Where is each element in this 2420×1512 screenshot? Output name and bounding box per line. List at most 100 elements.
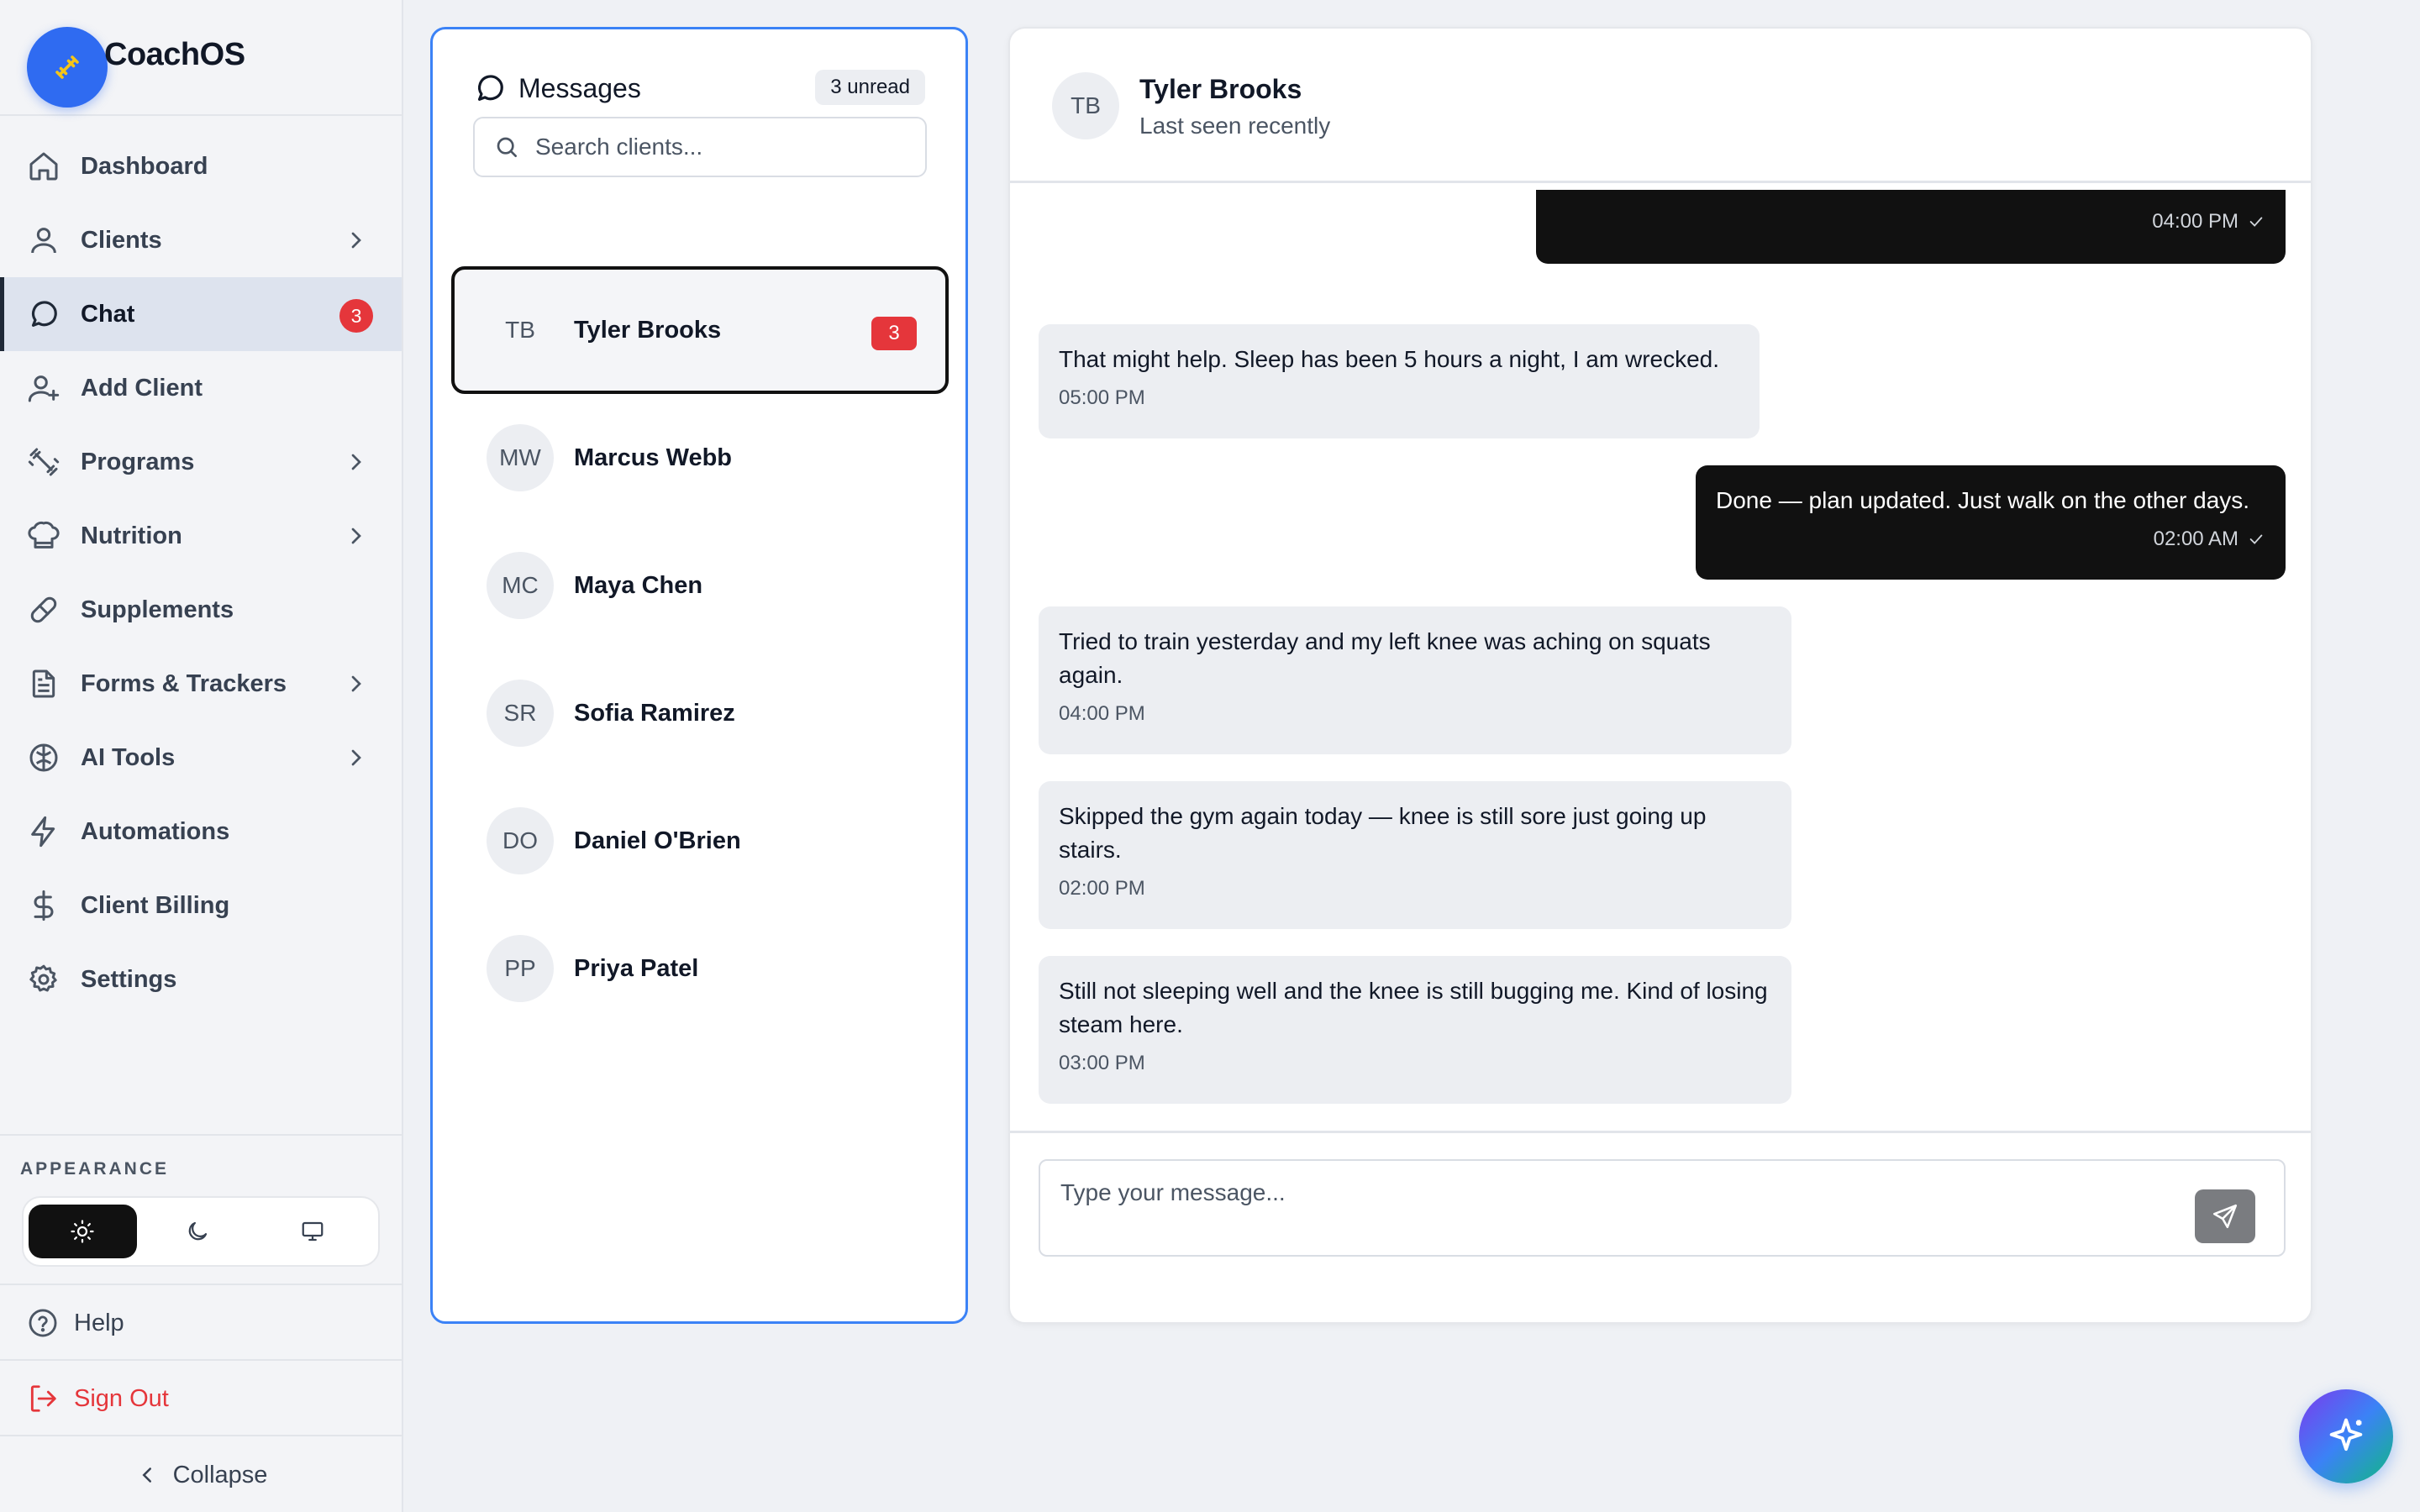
nav-label: Programs bbox=[81, 448, 195, 475]
message-time: 04:00 PM bbox=[1059, 702, 1145, 725]
chevron-right-icon bbox=[351, 454, 361, 470]
nav-item-automations[interactable]: Automations bbox=[0, 795, 402, 869]
chat-avatar: TB bbox=[1052, 72, 1119, 139]
nav-label: Supplements bbox=[81, 596, 234, 623]
nav-item-client-billing[interactable]: Client Billing bbox=[0, 869, 402, 942]
chevron-right-icon bbox=[351, 232, 361, 249]
nav-item-chat[interactable]: Chat 3 bbox=[0, 277, 402, 351]
message-time-text: 04:00 PM bbox=[2152, 210, 2238, 233]
message-text: Still not sleeping well and the knee is … bbox=[1059, 978, 1768, 1037]
nav-item-dashboard[interactable]: Dashboard bbox=[0, 129, 402, 203]
dumbbell-icon bbox=[28, 448, 60, 476]
chat-header: TB Tyler Brooks Last seen recently bbox=[1010, 29, 2311, 183]
client-item-priya-patel[interactable]: PP Priya Patel bbox=[451, 905, 949, 1032]
theme-dark-button[interactable] bbox=[144, 1205, 252, 1258]
send-icon bbox=[2212, 1204, 2238, 1229]
brain-icon bbox=[29, 743, 58, 772]
nav-label: Client Billing bbox=[81, 891, 230, 919]
collapse-sidebar-button[interactable]: Collapse bbox=[0, 1438, 402, 1512]
client-name: Maya Chen bbox=[574, 571, 703, 599]
message-text: Skipped the gym again today — knee is st… bbox=[1059, 803, 1707, 863]
client-item-daniel-obrien[interactable]: DO Daniel O'Brien bbox=[451, 777, 949, 905]
avatar: MC bbox=[487, 552, 554, 619]
sign-out-icon bbox=[30, 1385, 56, 1412]
message-bubble-outgoing: 04:00 PM bbox=[1536, 190, 2286, 264]
document-icon bbox=[32, 669, 55, 698]
user-plus-icon bbox=[28, 375, 60, 402]
chat-contact-status: Last seen recently bbox=[1139, 113, 1331, 139]
sun-icon bbox=[71, 1220, 94, 1243]
chat-panel: TB Tyler Brooks Last seen recently 04:00… bbox=[1008, 27, 2312, 1324]
nav-item-supplements[interactable]: Supplements bbox=[0, 573, 402, 647]
dumbbell-logo-icon bbox=[55, 55, 79, 79]
client-item-tyler-brooks[interactable]: TB Tyler Brooks 3 bbox=[451, 266, 949, 394]
monitor-icon bbox=[302, 1221, 324, 1242]
brand-header: CoachOS bbox=[0, 0, 402, 116]
client-item-sofia-ramirez[interactable]: SR Sofia Ramirez bbox=[451, 649, 949, 777]
message-time: 02:00 AM bbox=[1716, 528, 2265, 551]
messages-panel: Messages 3 unread TB Tyler Brooks 3 MW M… bbox=[430, 27, 968, 1324]
nav-label: Chat bbox=[81, 300, 135, 328]
message-bubble-outgoing: Done — plan updated. Just walk on the ot… bbox=[1696, 465, 2286, 580]
avatar: MW bbox=[487, 424, 554, 491]
nav-label: Clients bbox=[81, 226, 162, 254]
theme-switcher bbox=[22, 1196, 380, 1267]
nav-item-nutrition[interactable]: Nutrition bbox=[0, 499, 402, 573]
nav-label: Add Client bbox=[81, 374, 203, 402]
message-bubble-incoming: Tried to train yesterday and my left kne… bbox=[1039, 606, 1791, 754]
messages-header: Messages bbox=[473, 71, 641, 105]
chevron-right-icon bbox=[351, 528, 361, 544]
theme-system-button[interactable] bbox=[258, 1205, 366, 1258]
nav-item-ai-tools[interactable]: AI Tools bbox=[0, 721, 402, 795]
nav-label: Dashboard bbox=[81, 152, 208, 180]
chevron-right-icon bbox=[351, 749, 361, 766]
message-time: 02:00 PM bbox=[1059, 877, 1145, 900]
sparkle-icon bbox=[2329, 1418, 2363, 1452]
nav-label: Settings bbox=[81, 965, 177, 993]
message-text: That might help. Sleep has been 5 hours … bbox=[1059, 346, 1720, 372]
nav-item-forms-trackers[interactable]: Forms & Trackers bbox=[0, 647, 402, 721]
appearance-label: APPEARANCE bbox=[20, 1159, 170, 1179]
send-button[interactable] bbox=[2195, 1189, 2255, 1243]
nav-item-programs[interactable]: Programs bbox=[0, 425, 402, 499]
avatar: SR bbox=[487, 680, 554, 747]
client-item-maya-chen[interactable]: MC Maya Chen bbox=[451, 522, 949, 649]
nav-item-add-client[interactable]: Add Client bbox=[0, 351, 402, 425]
message-text: Done — plan updated. Just walk on the ot… bbox=[1716, 487, 2250, 513]
dollar-icon bbox=[34, 890, 54, 921]
user-icon bbox=[31, 228, 56, 254]
chat-icon bbox=[31, 301, 57, 327]
nav-label: Nutrition bbox=[81, 522, 182, 549]
message-bubble-incoming: Still not sleeping well and the knee is … bbox=[1039, 956, 1791, 1104]
client-item-marcus-webb[interactable]: MW Marcus Webb bbox=[451, 394, 949, 522]
client-search bbox=[473, 117, 927, 177]
avatar: DO bbox=[487, 807, 554, 874]
chat-contact-name: Tyler Brooks bbox=[1139, 74, 1302, 104]
sign-out-button[interactable]: Sign Out bbox=[0, 1362, 402, 1436]
appearance-section: APPEARANCE bbox=[0, 1134, 402, 1285]
message-time-text: 02:00 AM bbox=[2153, 528, 2238, 550]
theme-light-button[interactable] bbox=[29, 1205, 137, 1258]
help-link[interactable]: Help bbox=[0, 1287, 402, 1361]
ai-assistant-button[interactable] bbox=[2299, 1389, 2393, 1483]
chat-icon bbox=[477, 75, 503, 101]
brand-logo[interactable] bbox=[27, 27, 108, 108]
unread-badge: 3 unread bbox=[815, 70, 925, 105]
search-input[interactable] bbox=[535, 134, 905, 160]
client-name: Sofia Ramirez bbox=[574, 699, 735, 727]
help-circle-icon bbox=[29, 1309, 57, 1337]
message-thread: 04:00 PM That might help. Sleep has been… bbox=[1010, 190, 2311, 1139]
pill-icon bbox=[30, 596, 57, 623]
brand-name: CoachOS bbox=[104, 37, 245, 72]
nav-label: AI Tools bbox=[81, 743, 176, 771]
sign-out-label: Sign Out bbox=[74, 1384, 169, 1412]
message-bubble-incoming: Skipped the gym again today — knee is st… bbox=[1039, 781, 1791, 929]
nav-item-settings[interactable]: Settings bbox=[0, 942, 402, 1016]
nav-label: Forms & Trackers bbox=[81, 669, 287, 697]
client-name: Marcus Webb bbox=[574, 444, 733, 471]
message-input[interactable] bbox=[1060, 1179, 2153, 1230]
message-time: 05:00 PM bbox=[1059, 386, 1145, 409]
bolt-icon bbox=[31, 816, 55, 848]
message-time: 04:00 PM bbox=[2152, 210, 2265, 234]
nav-item-clients[interactable]: Clients bbox=[0, 203, 402, 277]
